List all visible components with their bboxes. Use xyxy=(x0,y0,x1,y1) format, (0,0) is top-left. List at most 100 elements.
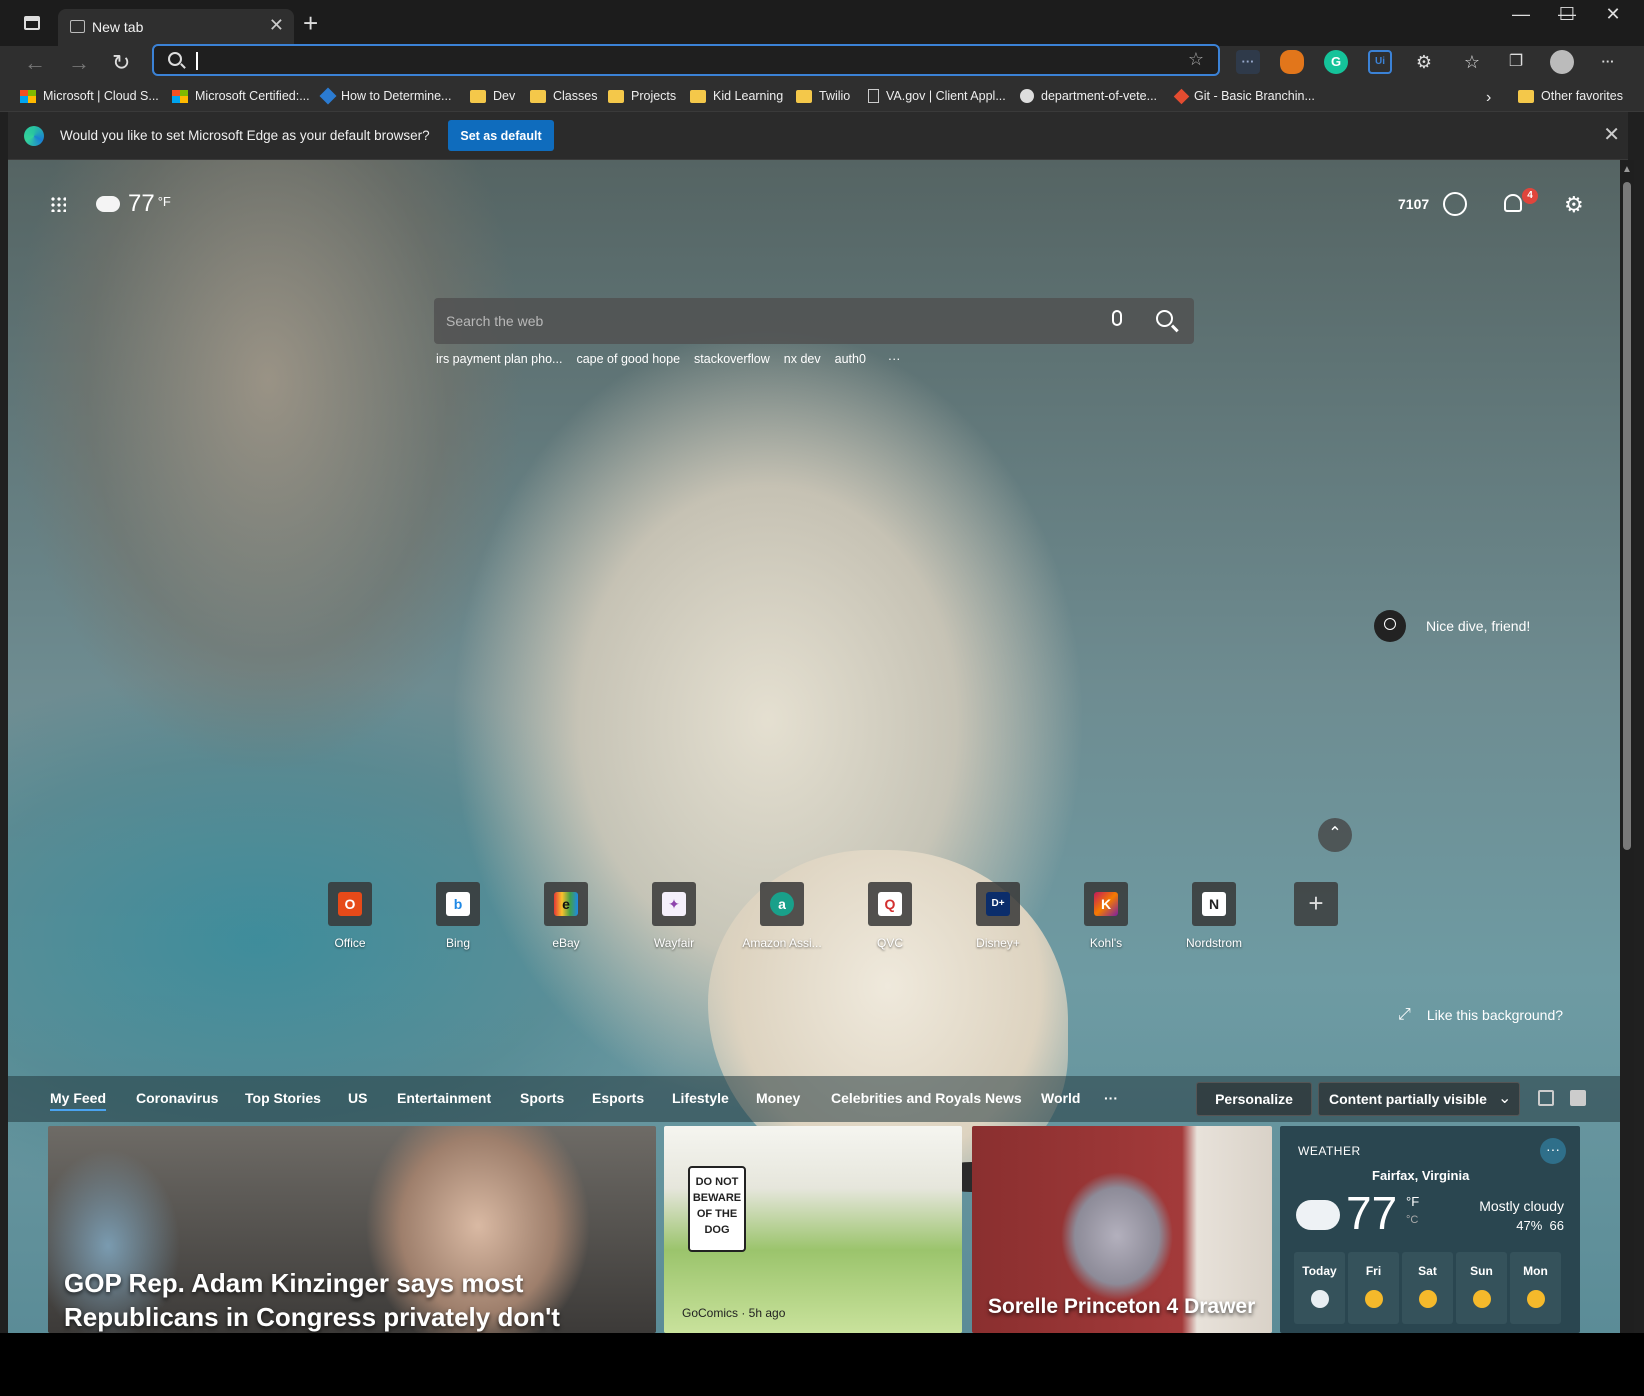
feed-tab-lifestyle[interactable]: Lifestyle xyxy=(672,1090,729,1106)
trending-item[interactable]: irs payment plan pho... xyxy=(436,352,562,366)
address-bar[interactable]: ☆ xyxy=(152,44,1220,76)
minimize-button-2[interactable]: — xyxy=(1498,4,1544,25)
unit-celsius[interactable]: °C xyxy=(1406,1214,1418,1226)
feed-tab-world[interactable]: World xyxy=(1041,1090,1080,1106)
visual-search-icon[interactable] xyxy=(1374,610,1406,642)
quick-link-bing[interactable]: b Bing xyxy=(404,882,512,950)
favorites-overflow-chevron-icon[interactable]: › xyxy=(1486,89,1491,107)
favorite-item[interactable]: Microsoft | Cloud S... xyxy=(20,89,159,103)
personalize-button[interactable]: Personalize xyxy=(1196,1082,1312,1116)
set-as-default-button[interactable]: Set as default xyxy=(448,120,554,151)
content-visibility-dropdown[interactable]: Content partially visible xyxy=(1318,1082,1520,1116)
rewards-points[interactable]: 7107 xyxy=(1398,196,1429,212)
tab-actions-icon[interactable] xyxy=(24,16,40,30)
collections-icon[interactable]: ❐ xyxy=(1504,50,1528,74)
trending-item[interactable]: nx dev xyxy=(784,352,821,366)
quick-link-nordstrom[interactable]: N Nordstrom xyxy=(1160,882,1268,950)
app-launcher-icon[interactable] xyxy=(50,196,66,212)
scrollbar-thumb[interactable] xyxy=(1623,182,1631,850)
favorite-item[interactable]: Microsoft Certified:... xyxy=(172,89,310,103)
notifications-bell-icon[interactable] xyxy=(1504,194,1522,212)
scroll-up-arrow-icon[interactable]: ▲ xyxy=(1622,164,1632,175)
feed-tab-money[interactable]: Money xyxy=(756,1090,800,1106)
trending-item[interactable]: cape of good hope xyxy=(576,352,680,366)
reload-button[interactable]: ↻ xyxy=(112,50,130,76)
favorite-folder[interactable]: Kid Learning xyxy=(690,89,783,103)
favorite-folder[interactable]: Twilio xyxy=(796,89,850,103)
feed-tab-my-feed[interactable]: My Feed xyxy=(50,1090,107,1111)
forecast-day[interactable]: Sat xyxy=(1402,1252,1453,1324)
trending-more[interactable]: ··· xyxy=(888,352,901,366)
grid-view-icon[interactable] xyxy=(1538,1090,1554,1106)
quick-link-wayfair[interactable]: ✦ Wayfair xyxy=(620,882,728,950)
rewards-icon[interactable] xyxy=(1443,192,1467,216)
feed-tab-entertainment[interactable]: Entertainment xyxy=(397,1090,491,1106)
favorite-item[interactable]: Git - Basic Branchin... xyxy=(1173,88,1315,104)
feed-tab-top-stories[interactable]: Top Stories xyxy=(245,1090,321,1106)
tab-new-tab[interactable]: New tab ✕ xyxy=(58,9,294,46)
weather-card[interactable]: WEATHER ··· Fairfax, Virginia 77 °F °C M… xyxy=(1280,1126,1580,1333)
forecast-day[interactable]: Today xyxy=(1294,1252,1345,1324)
favorite-folder[interactable]: Projects xyxy=(608,89,676,103)
quick-link-disney-plus[interactable]: D+ Disney+ xyxy=(944,882,1052,950)
favorite-item[interactable]: department-of-vete... xyxy=(1020,89,1157,103)
forecast-day[interactable]: Mon xyxy=(1510,1252,1561,1324)
microphone-icon[interactable] xyxy=(1112,310,1122,326)
favorites-icon[interactable]: ☆ xyxy=(1460,50,1484,74)
extension-dots-icon[interactable]: ··· xyxy=(1236,50,1260,74)
quick-link-ebay[interactable]: e eBay xyxy=(512,882,620,950)
comic-card[interactable]: DO NOT BEWARE OF THE DOG GoComics · 5h a… xyxy=(664,1126,962,1333)
list-view-icon[interactable] xyxy=(1570,1090,1586,1106)
maximize-button[interactable]: ☐ xyxy=(1544,4,1590,25)
folder-icon xyxy=(796,89,812,103)
forecast-day[interactable]: Fri xyxy=(1348,1252,1399,1324)
trending-item[interactable]: stackoverflow xyxy=(694,352,770,366)
back-button[interactable]: ← xyxy=(24,50,46,76)
search-icon[interactable] xyxy=(1156,310,1173,327)
add-favorite-icon[interactable]: ☆ xyxy=(1188,49,1204,70)
quick-link-kohls[interactable]: K Kohl's xyxy=(1052,882,1160,950)
unit-fahrenheit[interactable]: °F xyxy=(1406,1194,1419,1209)
feed-tab-more[interactable]: ··· xyxy=(1104,1090,1118,1106)
infobar-close-icon[interactable]: ✕ xyxy=(1603,122,1620,147)
feed-tab-sports[interactable]: Sports xyxy=(520,1090,564,1106)
tab-close-icon[interactable]: ✕ xyxy=(269,15,284,36)
page-scrollbar[interactable]: ▲ xyxy=(1620,160,1634,1333)
favorite-folder[interactable]: Dev xyxy=(470,89,515,103)
feed-tab-esports[interactable]: Esports xyxy=(592,1090,644,1106)
quick-link-qvc[interactable]: Q QVC xyxy=(836,882,944,950)
metamask-icon[interactable] xyxy=(1280,50,1304,74)
forecast-day[interactable]: Sun xyxy=(1456,1252,1507,1324)
feed-tab-us[interactable]: US xyxy=(348,1090,367,1106)
ui-extension-icon[interactable]: Ui xyxy=(1368,50,1392,74)
settings-more-icon[interactable]: ··· xyxy=(1596,50,1620,74)
product-card[interactable]: Sorelle Princeton 4 Drawer xyxy=(972,1126,1272,1333)
trending-item[interactable]: auth0 xyxy=(835,352,866,366)
add-quick-link-button[interactable]: + xyxy=(1294,882,1338,926)
favorite-item[interactable]: VA.gov | Client Appl... xyxy=(868,89,1006,103)
image-info[interactable]: Nice dive, friend! xyxy=(1374,610,1530,642)
like-background[interactable]: ⤢ Like this background? xyxy=(1398,1006,1563,1024)
weather-more-icon[interactable]: ··· xyxy=(1540,1138,1566,1164)
folder-icon xyxy=(608,89,624,103)
close-window-button[interactable]: ✕ xyxy=(1590,4,1636,25)
extensions-puzzle-icon[interactable]: ⚙ xyxy=(1412,50,1436,74)
feed-tab-celebrities[interactable]: Celebrities and Royals News xyxy=(831,1090,1022,1106)
page-settings-gear-icon[interactable]: ⚙ xyxy=(1564,192,1584,218)
other-favorites-folder[interactable]: Other favorites xyxy=(1518,89,1623,103)
news-card[interactable]: GOP Rep. Adam Kinzinger says most Republ… xyxy=(48,1126,656,1333)
collapse-button[interactable]: ⌃ xyxy=(1318,818,1352,852)
quick-link-amazon-assistant[interactable]: a Amazon Assi... xyxy=(728,882,836,950)
folder-icon xyxy=(690,89,706,103)
profile-avatar[interactable] xyxy=(1550,50,1574,74)
new-tab-button[interactable]: + xyxy=(303,8,318,39)
quick-link-office[interactable]: O Office xyxy=(296,882,404,950)
search-input[interactable] xyxy=(446,310,1086,332)
weather-mini[interactable]: 77 °F xyxy=(92,190,171,218)
feed-tab-coronavirus[interactable]: Coronavirus xyxy=(136,1090,218,1106)
favorite-folder[interactable]: Classes xyxy=(530,89,597,103)
weather-location[interactable]: Fairfax, Virginia xyxy=(1372,1168,1469,1183)
grammarly-icon[interactable]: G xyxy=(1324,50,1348,74)
forward-button[interactable]: → xyxy=(68,50,90,76)
favorite-item[interactable]: How to Determine... xyxy=(319,87,451,105)
